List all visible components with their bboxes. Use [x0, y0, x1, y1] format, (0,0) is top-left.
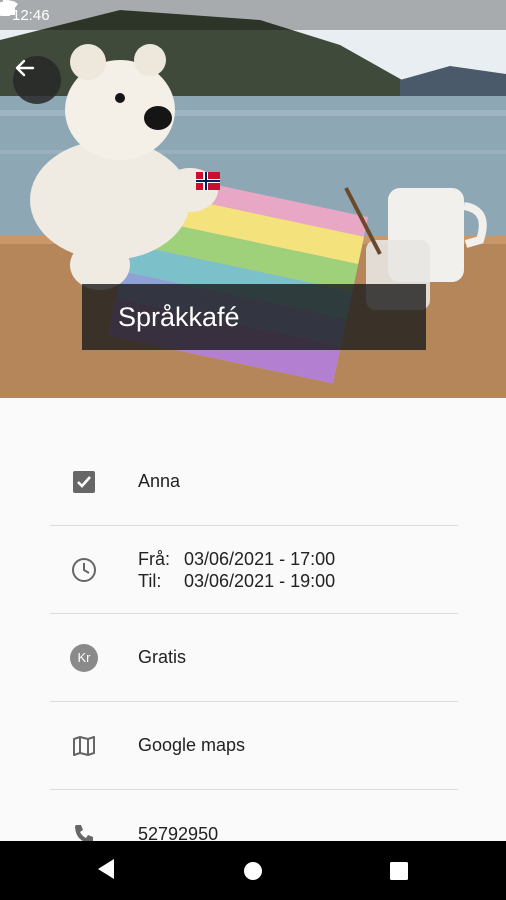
- time-text: Frå: 03/06/2021 - 17:00 Til: 03/06/2021 - …: [138, 548, 335, 592]
- map-icon: [70, 732, 98, 760]
- event-title-box: Språkkafé: [82, 284, 426, 350]
- kr-icon: Kr: [70, 643, 98, 672]
- from-label: Frå:: [138, 548, 171, 569]
- details-list: Anna Frå: 03/06/2021 - 17:00 Til: 03/06/20…: [50, 438, 458, 878]
- back-button[interactable]: [13, 56, 61, 104]
- event-title: Språkkafé: [118, 301, 240, 332]
- clock-icon: [70, 556, 98, 584]
- list-item-time: Frå: 03/06/2021 - 17:00 Til: 03/06/2021 - …: [50, 526, 458, 614]
- price-text: Gratis: [138, 647, 187, 667]
- from-value: 03/06/2021 - 17:00: [184, 548, 336, 569]
- to-value: 03/06/2021 - 19:00: [184, 570, 336, 591]
- kr-icon-text: Kr: [77, 650, 91, 665]
- checkbox-icon: [70, 468, 98, 496]
- status-bar: 12:46: [0, 0, 506, 30]
- organizer-text: Anna: [138, 471, 181, 491]
- list-item-organizer: Anna: [50, 438, 458, 526]
- list-item-price: Kr Gratis: [50, 614, 458, 702]
- recents-square-icon[interactable]: [390, 862, 408, 885]
- to-label: Til:: [138, 570, 162, 591]
- map-link[interactable]: Google maps: [138, 735, 245, 756]
- back-triangle-icon[interactable]: [96, 858, 116, 885]
- navigation-bar: [0, 841, 506, 900]
- header-image: 12:46 Språkkafé: [0, 0, 506, 398]
- home-circle-icon[interactable]: [243, 861, 263, 886]
- list-item-map[interactable]: Google maps: [50, 702, 458, 790]
